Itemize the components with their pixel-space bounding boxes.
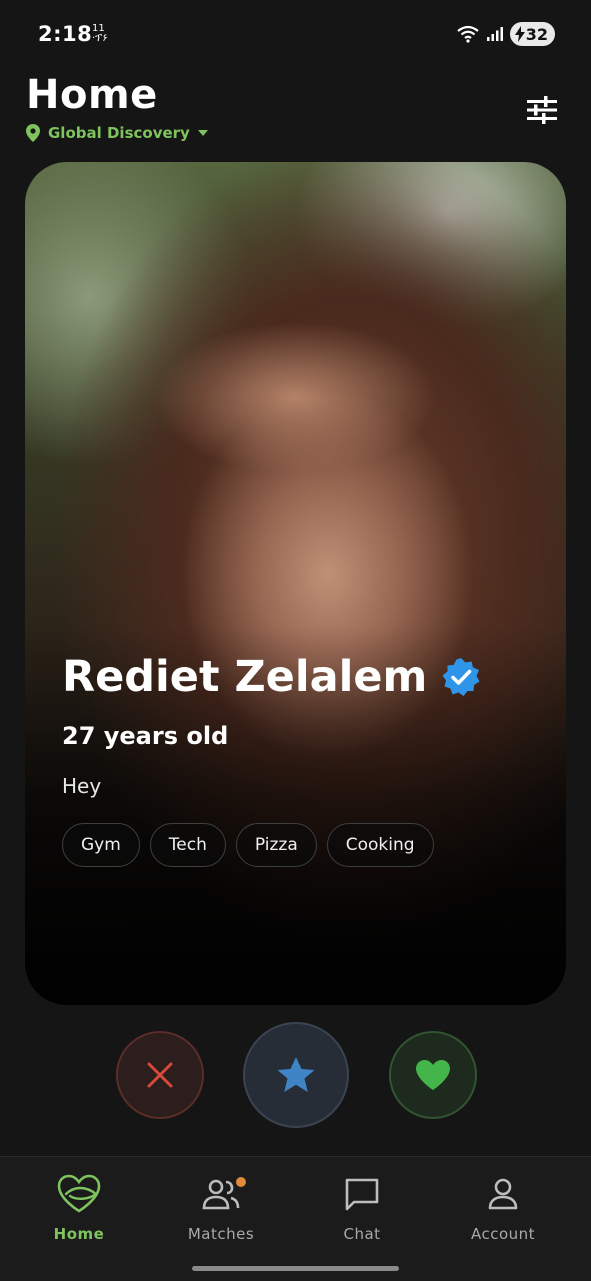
nav-label: Matches xyxy=(187,1225,255,1243)
battery-level: 32 xyxy=(525,24,548,44)
filter-button[interactable] xyxy=(522,90,562,130)
status-time: 2:18 xyxy=(38,22,93,46)
bottom-nav: Home Matches Chat Account xyxy=(0,1156,591,1281)
swipe-actions xyxy=(0,1020,591,1128)
nav-account[interactable]: Account xyxy=(443,1157,563,1257)
card-shade xyxy=(25,162,566,1005)
nav-account-icon-wrap xyxy=(488,1173,518,1215)
interest-chip: Pizza xyxy=(235,823,317,867)
profile-name: Rediet Zelalem xyxy=(62,652,428,702)
superlike-button[interactable] xyxy=(243,1022,349,1128)
heart-logo-icon xyxy=(57,1174,101,1213)
profile-age: 27 years old xyxy=(62,722,229,750)
nav-label: Home xyxy=(53,1225,105,1243)
profile-bio: Hey xyxy=(62,774,102,798)
location-pin-icon xyxy=(26,124,40,142)
caret-down-icon xyxy=(197,130,208,136)
people-icon xyxy=(202,1179,240,1210)
home-indicator xyxy=(192,1266,399,1271)
nav-home-icon-wrap xyxy=(56,1173,102,1215)
mini-bottom: ·ፕ۶ xyxy=(92,33,108,44)
interest-chips: Gym Tech Pizza Cooking xyxy=(62,823,434,867)
profile-card[interactable]: Rediet Zelalem 27 years old Hey Gym Tech… xyxy=(25,162,566,1005)
nav-chat-icon-wrap xyxy=(344,1173,380,1215)
battery-indicator: 32 xyxy=(509,22,555,46)
status-icons: 32 xyxy=(456,22,555,46)
close-icon xyxy=(147,1062,173,1088)
interest-chip: Gym xyxy=(62,823,140,867)
location-mode-label: Global Discovery xyxy=(48,124,190,142)
nav-label: Account xyxy=(470,1225,536,1243)
nav-chat[interactable]: Chat xyxy=(302,1157,422,1257)
dislike-button[interactable] xyxy=(116,1031,204,1119)
nav-matches[interactable]: Matches xyxy=(161,1157,281,1257)
notification-dot xyxy=(236,1177,246,1187)
sliders-icon xyxy=(527,96,557,124)
location-mode-dropdown[interactable]: Global Discovery xyxy=(26,124,208,142)
heart-icon xyxy=(416,1060,450,1090)
wifi-icon xyxy=(457,25,479,43)
signal-icon xyxy=(486,27,503,41)
interest-chip: Cooking xyxy=(326,823,434,867)
person-icon xyxy=(488,1178,518,1210)
charging-bolt-icon xyxy=(514,26,525,42)
like-button[interactable] xyxy=(389,1031,477,1119)
interest-chip: Tech xyxy=(149,823,226,867)
nav-home[interactable]: Home xyxy=(19,1157,139,1257)
nav-label: Chat xyxy=(343,1225,381,1243)
verified-badge-icon xyxy=(442,658,480,696)
nav-matches-icon-wrap xyxy=(202,1173,246,1215)
page-title: Home xyxy=(26,72,158,118)
chat-bubble-icon xyxy=(345,1178,379,1211)
status-bar: 2:18 11 ·ፕ۶ 32 xyxy=(0,0,591,70)
profile-name-row: Rediet Zelalem xyxy=(62,652,481,702)
status-mini-indicator: 11 ·ፕ۶ xyxy=(92,24,108,44)
star-icon xyxy=(277,1057,315,1092)
